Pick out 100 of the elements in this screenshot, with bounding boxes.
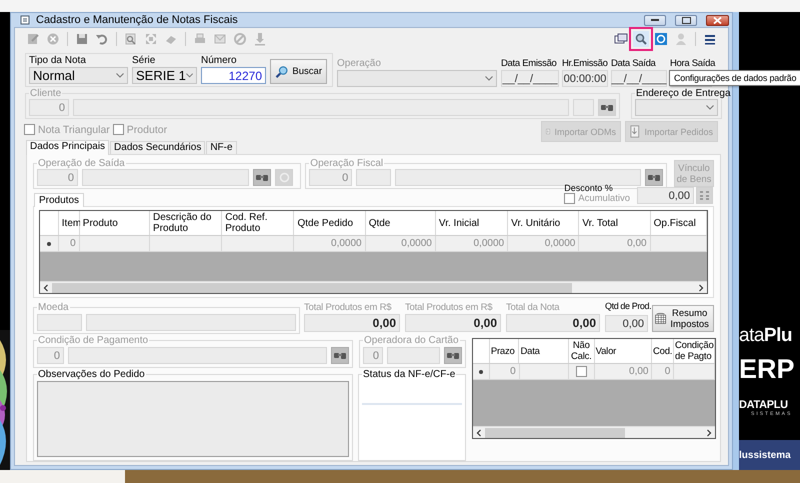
dropdown[interactable]: Normal [29,67,128,84]
group-label: Operadora do Cartão [363,335,460,346]
binoculars-icon [334,351,346,360]
discount-field[interactable]: 0,00 [637,187,694,204]
windows-icon[interactable] [613,30,629,46]
tab[interactable]: Dados Secundários [110,141,206,154]
lookup-button[interactable] [598,99,616,116]
search-button[interactable] [633,30,649,46]
horizontal-scrollbar[interactable] [40,281,707,293]
field-label: Série [132,55,156,67]
checkbox[interactable] [576,366,588,377]
lookup-button[interactable] [444,347,462,364]
column-header[interactable]: Não Calc. [568,339,595,363]
tax-summary-button[interactable]: Resumo Impostos [652,305,714,332]
group-label: Moeda [37,302,70,313]
field-label: Data Emissão [501,58,558,70]
close-button[interactable] [706,14,729,26]
table-cell: 0 [490,364,520,380]
column-header[interactable]: Op.Fiscal [650,211,708,235]
wallpaper-text: ataPlu [739,325,793,347]
text-field[interactable]: __/__/____ [611,70,667,87]
group-label: Condição de Pagamento [37,335,150,346]
binoculars-icon [256,173,268,182]
table-cell: 0,00 [594,364,652,380]
no-entry-icon[interactable] [232,30,248,46]
lookup-button[interactable] [645,169,663,186]
tooltip: Configurações de dados padrão [669,70,800,86]
column-header[interactable]: Prazo [490,339,520,363]
search-button[interactable]: Buscar [270,59,327,84]
binoculars-icon [600,103,614,112]
lookup-button[interactable] [331,347,349,364]
dropdown[interactable] [337,70,497,87]
code-field[interactable] [37,314,82,330]
column-header[interactable]: Vr. Inicial [436,211,508,235]
field-label: Total Produtos em R$ [304,302,392,314]
column-header[interactable]: Vr. Total [579,211,651,235]
field-label: Data Saída [611,58,657,70]
name-field[interactable] [73,99,569,116]
checkbox-label: Acumulativo [578,193,630,204]
column-header[interactable]: Data [519,339,569,363]
table-cell: 0,0000 [294,236,366,252]
table-cell: 0 [58,236,80,252]
column-header[interactable]: Qtde [366,211,436,235]
group-label: Operação Fiscal [309,158,384,169]
group-label: Operação de Saída [37,158,126,169]
window-icon [20,15,30,25]
circle-x-icon[interactable] [45,30,61,46]
notes-field[interactable] [37,381,349,457]
binoculars-icon [648,173,660,182]
chevron-down-icon [706,105,714,110]
name-field[interactable] [82,169,249,186]
binoculars-icon [446,351,460,360]
field-label: Hr.Emissão [562,58,608,70]
field-label: Operação [337,58,382,70]
chevron-down-icon [186,73,193,78]
dropdown[interactable] [635,99,718,116]
table-cell: 0,0000 [508,236,580,252]
minimize-icon [651,18,659,22]
checkbox[interactable] [564,193,576,204]
field-label: Desconto % [564,184,614,193]
horizontal-scrollbar[interactable] [473,426,715,438]
column-header[interactable]: Valor [594,339,652,363]
tab[interactable]: Dados Principais [26,140,110,155]
minimize-button[interactable] [644,14,666,26]
lookup-button[interactable] [253,169,271,186]
column-header[interactable]: Produto [80,211,150,235]
field-label: Número [201,55,238,67]
column-header[interactable]: Vr. Unitário [508,211,580,235]
refresh-icon [278,172,290,183]
import-icon [630,124,640,139]
window-title: Cadastro e Manutenção de Notas Fiscais [36,14,239,26]
download-icon[interactable] [252,30,268,46]
calculator-button[interactable] [696,187,713,204]
field-label: Tipo da Nota [29,55,87,67]
refresh-icon[interactable] [653,30,669,46]
text-field[interactable] [356,169,392,186]
table-cell: 0,0000 [436,236,508,252]
total-field[interactable]: 0,00 [605,315,648,332]
text-field[interactable]: 00:00:00 [562,70,608,87]
column-header[interactable]: Cod. [652,339,674,363]
text-field[interactable] [573,99,594,116]
wallpaper-text: ERP [739,353,796,386]
calculator-icon [699,190,710,201]
current-row-icon [46,242,51,246]
name-field[interactable] [395,169,641,186]
name-field[interactable] [68,347,327,364]
search-icon [634,32,648,46]
name-field[interactable] [86,314,296,330]
number-field[interactable]: 12270 [201,67,266,84]
tab[interactable]: Produtos [34,193,84,207]
tab[interactable]: NF-e [206,141,237,154]
maximize-button[interactable] [675,14,697,26]
group-label: Endereço de Entrega [635,88,732,99]
dropdown[interactable]: SERIE 1 [132,67,197,84]
field-label: Total da Nota [506,302,560,314]
name-field[interactable] [387,347,440,364]
chevron-down-icon [116,73,124,78]
column-header[interactable]: Condição de Pagto [674,339,715,363]
maximize-icon [682,16,690,24]
text-field[interactable]: __/__/____ [501,70,559,87]
